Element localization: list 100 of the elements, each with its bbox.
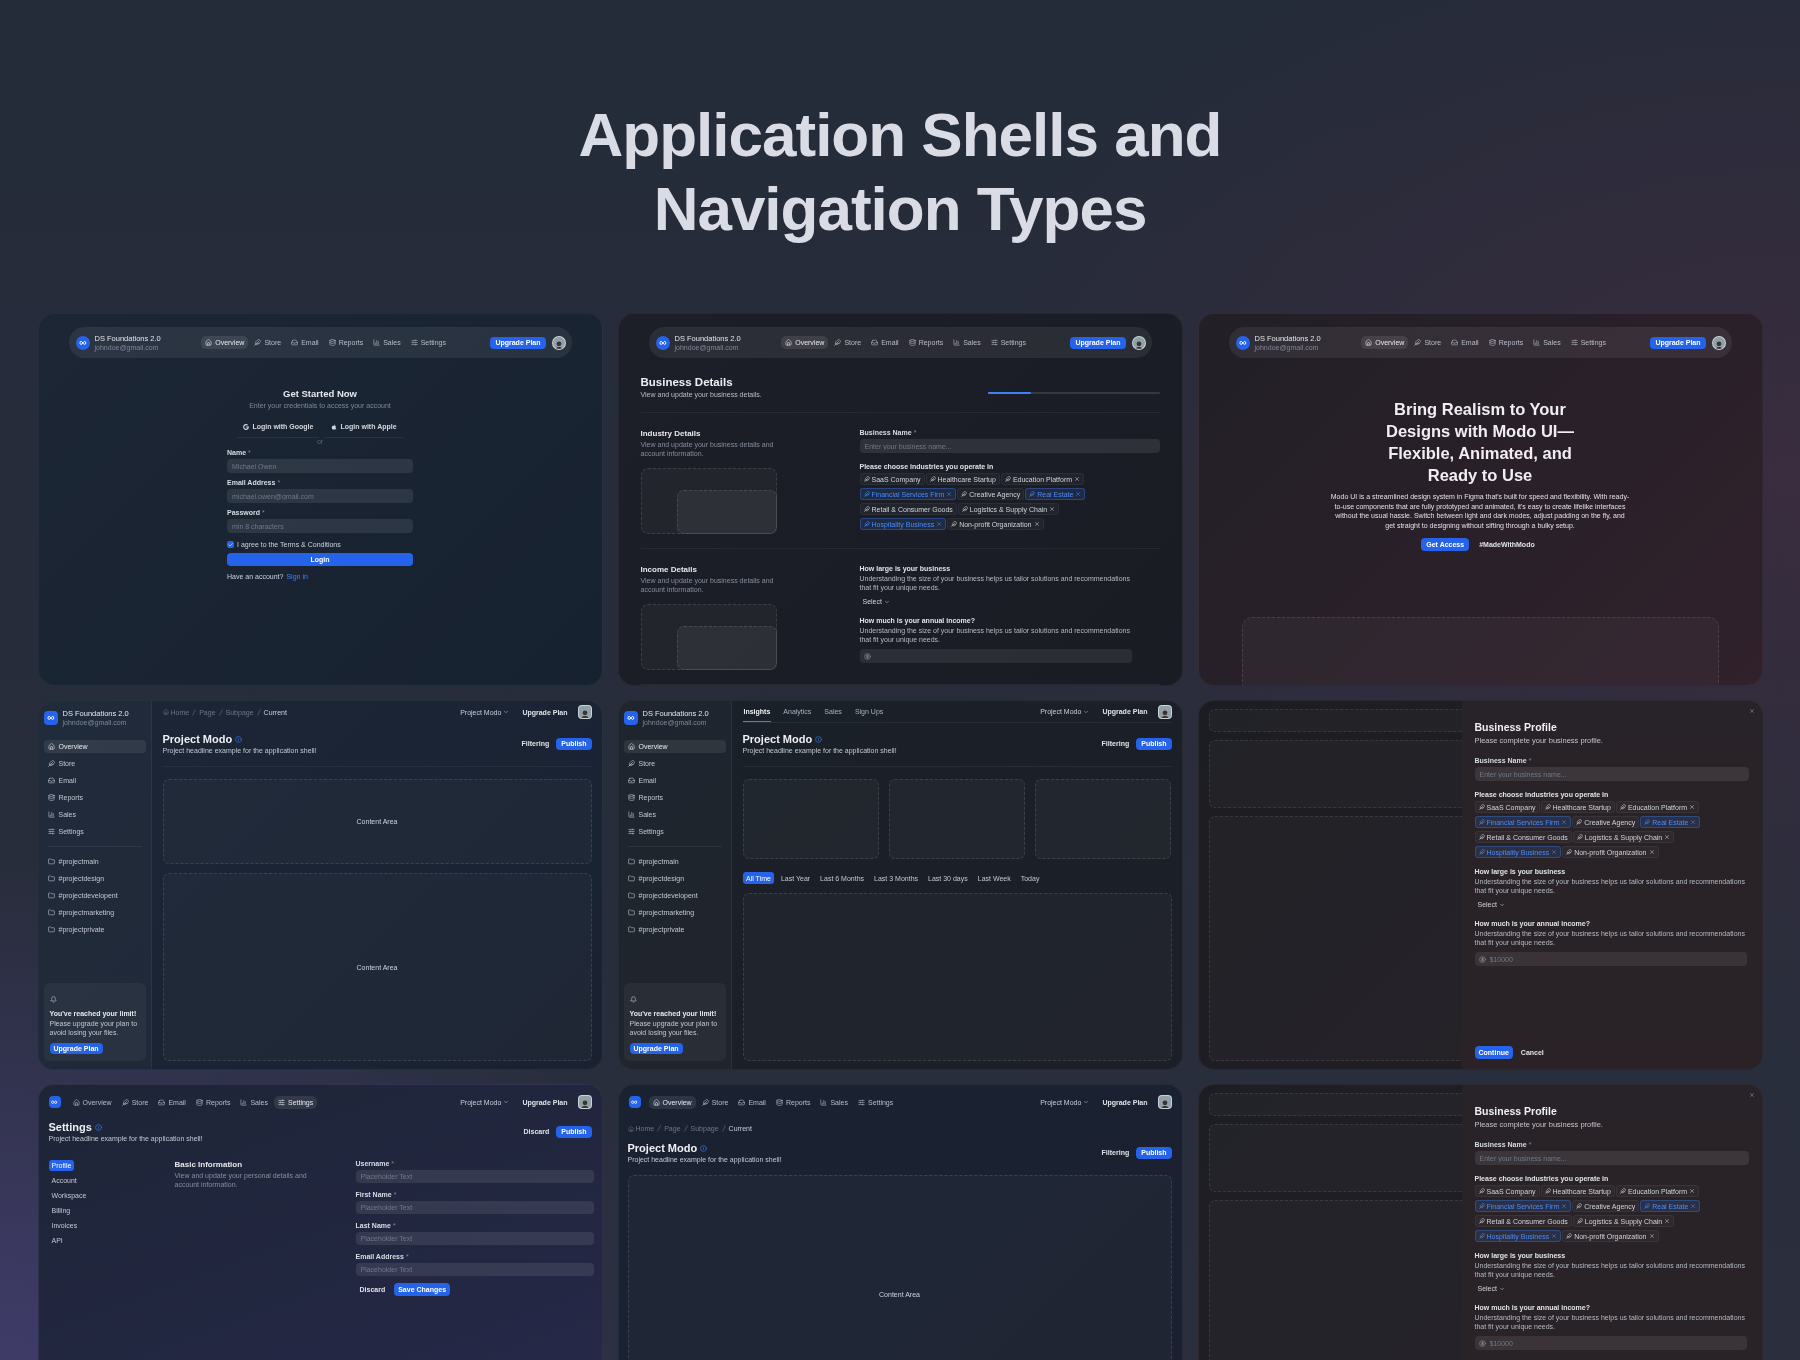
close-button[interactable] [1747,1091,1756,1099]
folder-icon [627,892,635,899]
feather-icon [1029,491,1036,497]
page-heading: Application Shells and Navigation Types [577,99,1223,245]
close-icon [1033,521,1040,527]
chevron-down-icon [503,709,510,715]
home-icon [627,743,635,750]
logo-icon [623,710,638,725]
home-icon [205,339,213,346]
home-icon [72,1098,80,1106]
folder-icon [47,858,55,865]
info-icon [700,1144,708,1152]
folder-icon [627,909,635,916]
avatar[interactable] [577,1095,592,1109]
folder-icon [47,892,55,899]
feather-icon [1478,1188,1485,1194]
feather-icon [121,1098,129,1106]
drawer-title: Business Profile [1474,721,1558,733]
avatar[interactable] [1711,335,1726,350]
drawer-title: Business Profile [1474,1105,1558,1117]
feather-icon [1566,1233,1573,1239]
feather-icon [863,521,870,527]
avatar[interactable] [1131,335,1146,350]
close-icon [1748,1092,1755,1098]
feather-icon [1478,804,1485,810]
section-title: Income Details [640,565,698,574]
google-icon [243,423,250,430]
database-icon [195,1098,203,1106]
feather-icon [1644,1203,1651,1209]
sliders-icon [627,828,635,835]
home-icon [627,1125,634,1132]
feather-icon [1576,834,1583,840]
feather-icon [1478,819,1485,825]
feather-icon [47,760,55,767]
info-icon [815,735,823,743]
bar-chart-icon [47,811,55,818]
database-icon [775,1098,783,1106]
folder-icon [627,858,635,865]
info-icon [235,735,243,743]
avatar[interactable] [1157,1095,1172,1109]
database-icon [328,339,336,346]
feather-icon [1576,819,1583,825]
avatar[interactable] [577,705,592,719]
feather-icon [1644,819,1651,825]
avatar[interactable] [1157,704,1172,719]
feather-icon [961,491,968,497]
avatar[interactable] [551,335,566,350]
database-icon [1488,339,1496,346]
folder-icon [47,875,55,882]
feather-icon [1004,476,1011,482]
feather-icon [1478,834,1485,840]
dollar-icon [863,652,871,660]
form-title: Get Started Now [282,388,358,399]
folder-icon [627,926,635,933]
bar-chart-icon [953,339,961,346]
section-title: Industry Details [640,429,702,438]
inbox-icon [47,777,55,784]
home-icon [785,339,793,346]
page-title: Settings [48,1121,92,1133]
inbox-icon [291,339,299,346]
inbox-icon [158,1098,166,1106]
feather-icon [1619,804,1626,810]
feather-icon [1478,1233,1485,1239]
chevron-down-icon [1083,1099,1090,1105]
close-icon [1551,1233,1558,1239]
close-icon [1561,819,1568,825]
close-icon [1648,1233,1655,1239]
feather-icon [627,760,635,767]
checkbox[interactable] [227,541,234,548]
chevron-down-icon [1083,708,1090,715]
feather-icon [254,339,262,346]
logo-icon [48,1096,61,1108]
dollar-icon [1478,955,1486,963]
feather-icon [1619,1188,1626,1194]
sliders-icon [277,1098,285,1106]
sliders-icon [410,339,418,346]
feather-icon [1478,1203,1485,1209]
bar-chart-icon [1533,339,1541,346]
close-icon [1748,708,1755,714]
folder-icon [47,926,55,933]
dollar-icon [1478,1339,1486,1347]
feather-icon [1566,849,1573,855]
inbox-icon [627,777,635,784]
close-button[interactable] [1747,707,1756,715]
breadcrumb-separator [218,708,223,716]
close-icon [1075,491,1082,497]
info-icon [94,1123,102,1131]
bar-chart-icon [373,339,381,346]
apple-icon [331,423,338,430]
feather-icon [1544,804,1551,810]
feather-icon [863,506,870,512]
close-icon [936,521,943,527]
close-icon [1689,804,1696,810]
database-icon [908,339,916,346]
close-icon [946,491,953,497]
feather-icon [834,339,842,346]
close-icon [1690,1203,1697,1209]
home-icon [47,743,55,750]
close-icon [1689,1188,1696,1194]
section-title: Basic Information [174,1160,244,1169]
